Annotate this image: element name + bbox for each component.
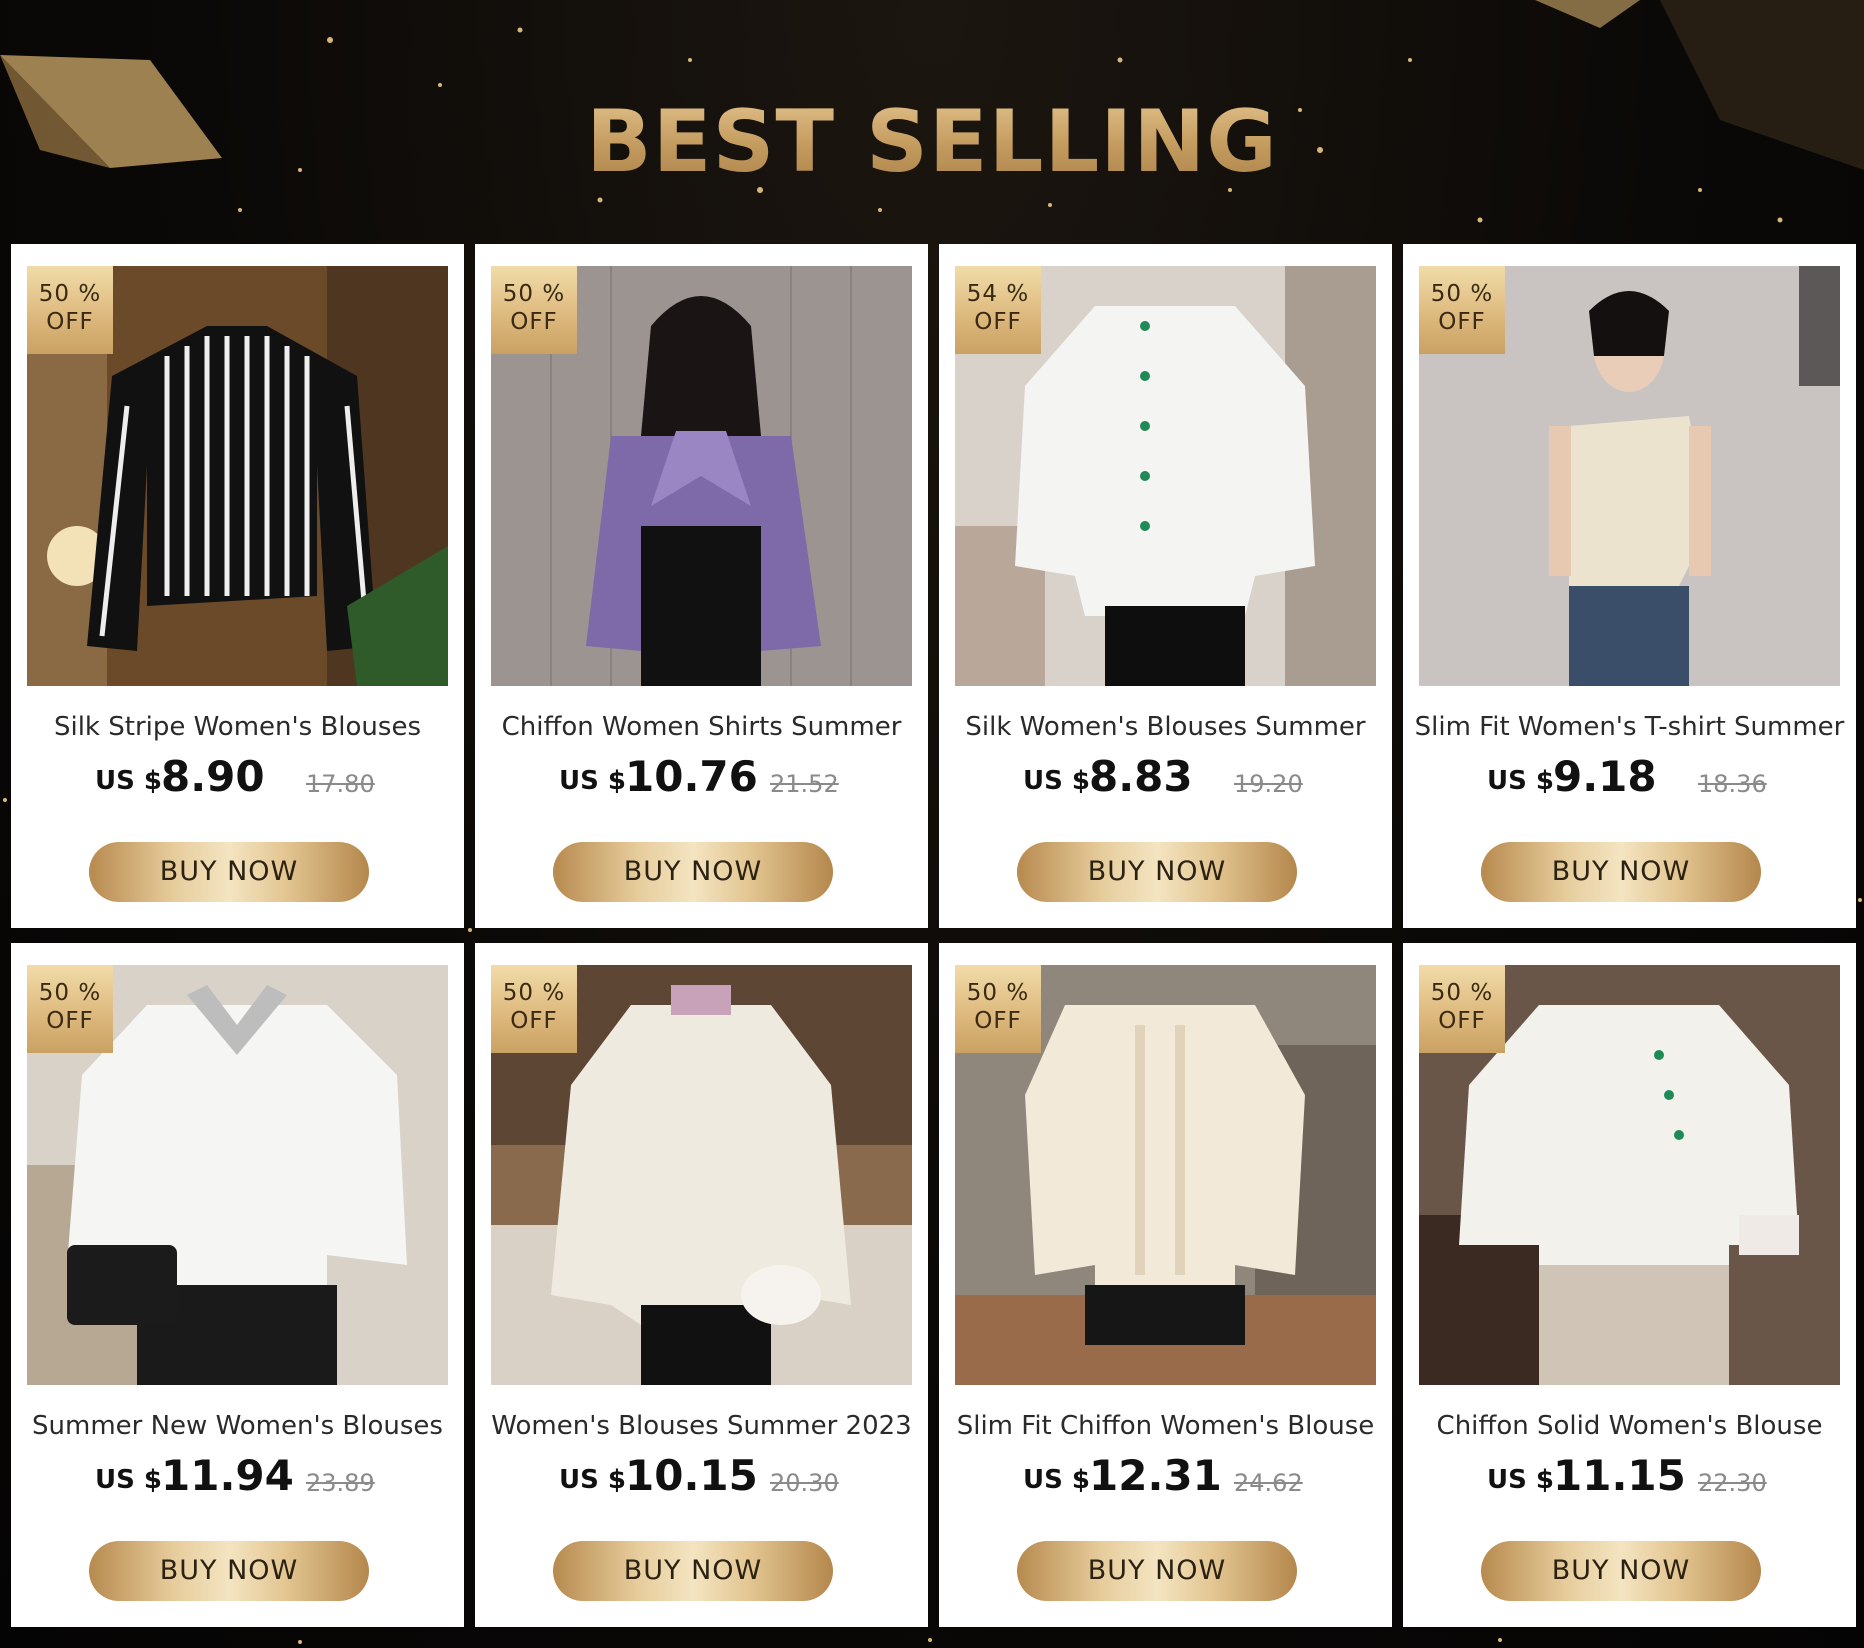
- currency-label: US $: [1023, 766, 1090, 796]
- product-card[interactable]: 50 % OFF Slim Fit Women's T-shirt Summer …: [1403, 244, 1856, 928]
- currency-label: US $: [559, 766, 626, 796]
- product-name[interactable]: Chiffon Women Shirts Summer: [475, 712, 928, 742]
- product-card[interactable]: 50 % OFF Women's Blouses Summer 2023 US $…: [475, 943, 928, 1627]
- currency-label: US $: [559, 1465, 626, 1495]
- original-price: 20.30: [770, 1469, 839, 1497]
- buy-now-button[interactable]: BUY NOW: [553, 1541, 833, 1601]
- price-row: US $ 10.76 21.52: [475, 752, 928, 802]
- sale-price: 10.76: [625, 752, 758, 801]
- original-price: 24.62: [1234, 1469, 1303, 1497]
- product-image[interactable]: 50 % OFF: [1419, 266, 1840, 686]
- sale-price: 8.90: [161, 752, 265, 801]
- buy-now-button[interactable]: BUY NOW: [1017, 842, 1297, 902]
- page-title: BEST SELLING: [0, 92, 1864, 192]
- product-grid: 50 % OFF Silk Stripe Women's Blouses US $…: [11, 244, 1857, 1628]
- product-name[interactable]: Silk Women's Blouses Summer: [939, 712, 1392, 742]
- product-image[interactable]: 50 % OFF: [27, 965, 448, 1385]
- product-image[interactable]: 50 % OFF: [955, 965, 1376, 1385]
- discount-badge: 50 % OFF: [491, 965, 577, 1053]
- discount-badge: 50 % OFF: [955, 965, 1041, 1053]
- buy-now-button[interactable]: BUY NOW: [553, 842, 833, 902]
- product-name[interactable]: Silk Stripe Women's Blouses: [11, 712, 464, 742]
- product-name[interactable]: Summer New Women's Blouses: [11, 1411, 464, 1441]
- sale-price: 11.94: [161, 1451, 294, 1500]
- product-card[interactable]: 50 % OFF Summer New Women's Blouses US $ …: [11, 943, 464, 1627]
- product-card[interactable]: 50 % OFF Silk Stripe Women's Blouses US $…: [11, 244, 464, 928]
- buy-now-button[interactable]: BUY NOW: [89, 1541, 369, 1601]
- sale-price: 8.83: [1089, 752, 1193, 801]
- buy-now-button[interactable]: BUY NOW: [1017, 1541, 1297, 1601]
- buy-now-button[interactable]: BUY NOW: [1481, 842, 1761, 902]
- sale-price: 9.18: [1553, 752, 1657, 801]
- original-price: 23.89: [306, 1469, 375, 1497]
- price-row: US $ 11.15 22.30: [1403, 1451, 1856, 1501]
- original-price: 21.52: [770, 770, 839, 798]
- discount-badge: 50 % OFF: [27, 965, 113, 1053]
- product-image[interactable]: 50 % OFF: [1419, 965, 1840, 1385]
- currency-label: US $: [95, 1465, 162, 1495]
- discount-badge: 50 % OFF: [27, 266, 113, 354]
- discount-badge: 50 % OFF: [491, 266, 577, 354]
- currency-label: US $: [95, 766, 162, 796]
- product-name[interactable]: Slim Fit Women's T-shirt Summer: [1403, 712, 1856, 742]
- price-row: US $ 9.18 18.36: [1403, 752, 1856, 802]
- currency-label: US $: [1487, 1465, 1554, 1495]
- product-card[interactable]: 50 % OFF Chiffon Solid Women's Blouse US …: [1403, 943, 1856, 1627]
- sale-price: 12.31: [1089, 1451, 1222, 1500]
- discount-badge: 54 % OFF: [955, 266, 1041, 354]
- original-price: 17.80: [306, 770, 375, 798]
- buy-now-button[interactable]: BUY NOW: [1481, 1541, 1761, 1601]
- product-card[interactable]: 50 % OFF Chiffon Women Shirts Summer US $…: [475, 244, 928, 928]
- price-row: US $ 8.90 17.80: [11, 752, 464, 802]
- price-row: US $ 10.15 20.30: [475, 1451, 928, 1501]
- sale-price: 10.15: [625, 1451, 758, 1500]
- original-price: 22.30: [1698, 1469, 1767, 1497]
- product-image[interactable]: 54 % OFF: [955, 266, 1376, 686]
- price-row: US $ 11.94 23.89: [11, 1451, 464, 1501]
- product-card[interactable]: 54 % OFF Silk Women's Blouses Summer US $…: [939, 244, 1392, 928]
- discount-badge: 50 % OFF: [1419, 266, 1505, 354]
- buy-now-button[interactable]: BUY NOW: [89, 842, 369, 902]
- currency-label: US $: [1487, 766, 1554, 796]
- product-image[interactable]: 50 % OFF: [27, 266, 448, 686]
- currency-label: US $: [1023, 1465, 1090, 1495]
- product-card[interactable]: 50 % OFF Slim Fit Chiffon Women's Blouse …: [939, 943, 1392, 1627]
- price-row: US $ 8.83 19.20: [939, 752, 1392, 802]
- product-name[interactable]: Slim Fit Chiffon Women's Blouse: [939, 1411, 1392, 1441]
- sale-price: 11.15: [1553, 1451, 1686, 1500]
- original-price: 18.36: [1698, 770, 1767, 798]
- discount-badge: 50 % OFF: [1419, 965, 1505, 1053]
- product-image[interactable]: 50 % OFF: [491, 266, 912, 686]
- price-row: US $ 12.31 24.62: [939, 1451, 1392, 1501]
- original-price: 19.20: [1234, 770, 1303, 798]
- product-name[interactable]: Women's Blouses Summer 2023: [475, 1411, 928, 1441]
- product-name[interactable]: Chiffon Solid Women's Blouse: [1403, 1411, 1856, 1441]
- product-image[interactable]: 50 % OFF: [491, 965, 912, 1385]
